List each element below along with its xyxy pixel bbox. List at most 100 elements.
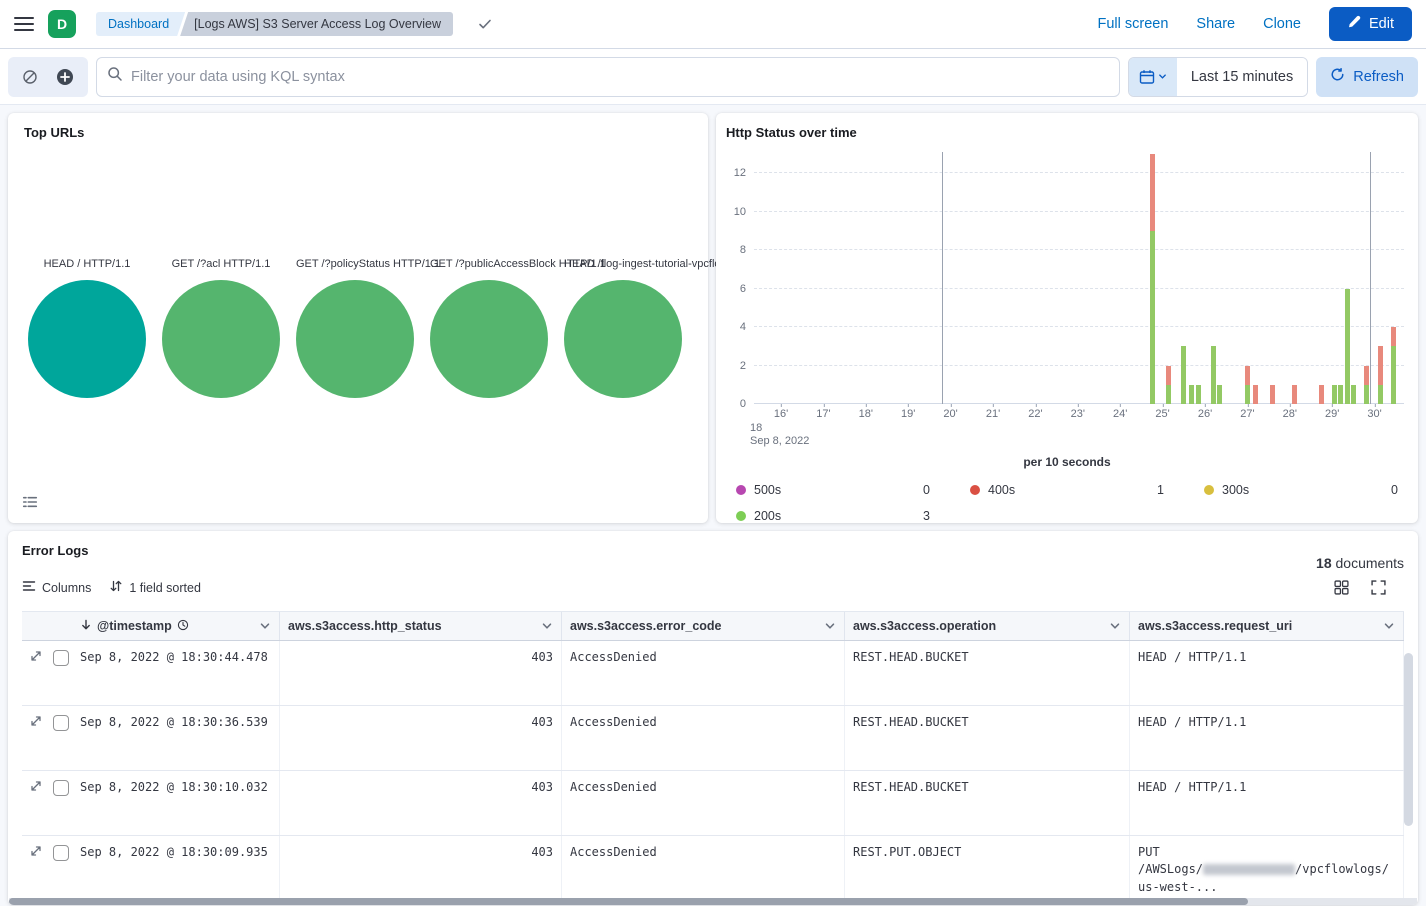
bar-400s[interactable] (1391, 327, 1396, 346)
x-axis-tick: 28' (1283, 408, 1297, 420)
panel-title-http-status: Http Status over time (726, 125, 1408, 140)
bar-400s[interactable] (1166, 366, 1171, 385)
display-options-icon[interactable] (1330, 576, 1353, 599)
edit-button[interactable]: Edit (1329, 7, 1412, 41)
refresh-button[interactable]: Refresh (1316, 57, 1418, 97)
table-header-row: @timestampaws.s3access.http_statusaws.s3… (22, 611, 1404, 641)
horizontal-scrollbar[interactable] (9, 898, 1417, 905)
column-menu-icon[interactable] (1383, 620, 1395, 632)
time-range-value[interactable]: Last 15 minutes (1177, 58, 1307, 96)
bar-200s[interactable] (1245, 385, 1250, 404)
y-axis-label: 12 (734, 167, 746, 179)
pie-slice[interactable] (564, 280, 682, 398)
bar-200s[interactable] (1391, 346, 1396, 404)
cell-request-uri: HEAD / HTTP/1.1 (1130, 706, 1404, 770)
column-menu-icon[interactable] (259, 620, 271, 632)
bar-400s[interactable] (1292, 385, 1297, 404)
x-axis-tick: 20' (943, 408, 957, 420)
legend-item[interactable]: 400s 1 (970, 483, 1164, 497)
pie-slice[interactable] (28, 280, 146, 398)
y-axis-label: 10 (734, 206, 746, 218)
bar-400s[interactable] (1364, 366, 1369, 385)
breadcrumb-dashboard[interactable]: Dashboard (96, 12, 185, 36)
bar-400s[interactable] (1150, 154, 1155, 231)
column-menu-icon[interactable] (824, 620, 836, 632)
bar-200s[interactable] (1351, 385, 1356, 404)
bar-200s[interactable] (1332, 385, 1337, 404)
row-checkbox-cell (50, 706, 72, 770)
bar-200s[interactable] (1211, 346, 1216, 404)
column-menu-icon[interactable] (1109, 620, 1121, 632)
bar-200s[interactable] (1166, 385, 1171, 404)
share-link[interactable]: Share (1196, 16, 1235, 32)
expand-row-icon[interactable] (22, 771, 50, 835)
pie-slice[interactable] (162, 280, 280, 398)
bar-400s[interactable] (1378, 346, 1383, 385)
sort-fields-label: 1 field sorted (129, 581, 201, 595)
kql-input[interactable] (131, 69, 1109, 85)
column-header-aws-s3access-request-uri[interactable]: aws.s3access.request_uri (1130, 612, 1404, 640)
bar-200s[interactable] (1150, 231, 1155, 404)
column-header-aws-s3access-http-status[interactable]: aws.s3access.http_status (280, 612, 562, 640)
calendar-icon[interactable] (1129, 58, 1177, 96)
legend-value: 1 (1157, 483, 1164, 497)
uri-method: PUT (1138, 844, 1395, 861)
legend-label: 500s (754, 483, 781, 497)
row-checkbox[interactable] (53, 845, 69, 861)
legend-item[interactable]: 200s3 (736, 509, 930, 523)
column-header-aws-s3access-operation[interactable]: aws.s3access.operation (845, 612, 1130, 640)
pie-slice[interactable] (296, 280, 414, 398)
legend-toggle-icon[interactable] (22, 494, 38, 513)
clone-link[interactable]: Clone (1263, 16, 1301, 32)
expand-row-icon[interactable] (22, 836, 50, 900)
column-header-aws-s3access-error-code[interactable]: aws.s3access.error_code (562, 612, 845, 640)
column-menu-icon[interactable] (541, 620, 553, 632)
bar-200s[interactable] (1345, 289, 1350, 405)
expand-row-icon[interactable] (22, 641, 50, 705)
bar-400s[interactable] (1319, 385, 1324, 404)
sort-descending-icon (80, 619, 92, 634)
time-marker (942, 152, 943, 404)
fullscreen-link[interactable]: Full screen (1097, 16, 1168, 32)
legend-label: 400s (988, 483, 1015, 497)
space-avatar[interactable]: D (48, 10, 76, 38)
row-checkbox-cell (50, 771, 72, 835)
columns-button[interactable]: Columns (22, 579, 91, 596)
pie-label: HEAD /flog-ingest-tutorial-vpcflowlogs H… (564, 258, 682, 272)
x-axis-tick: 19' (901, 408, 915, 420)
cell-request-uri: HEAD / HTTP/1.1 (1130, 771, 1404, 835)
cell-timestamp: Sep 8, 2022 @ 18:30:36.539 (72, 706, 280, 770)
legend-label: 200s (754, 509, 781, 523)
cell-timestamp: Sep 8, 2022 @ 18:30:10.032 (72, 771, 280, 835)
bar-200s[interactable] (1338, 385, 1343, 404)
pie-slice[interactable] (430, 280, 548, 398)
gridline (754, 172, 1404, 173)
bar-200s[interactable] (1217, 385, 1222, 404)
sort-fields-button[interactable]: 1 field sorted (109, 579, 201, 596)
add-filter-icon[interactable] (52, 64, 78, 90)
menu-icon[interactable] (14, 17, 34, 31)
expand-row-icon[interactable] (22, 706, 50, 770)
bar-200s[interactable] (1364, 385, 1369, 404)
disable-filters-icon[interactable] (18, 65, 42, 89)
row-checkbox[interactable] (53, 715, 69, 731)
bar-400s[interactable] (1245, 366, 1250, 385)
bar-400s[interactable] (1270, 385, 1275, 404)
bar-200s[interactable] (1181, 346, 1186, 404)
gridline (754, 365, 1404, 366)
x-axis-tick: 25' (1155, 408, 1169, 420)
y-axis-label: 0 (740, 398, 746, 410)
legend-item[interactable]: 500s0 (736, 483, 930, 497)
bar-200s[interactable] (1378, 385, 1383, 404)
bar-200s[interactable] (1189, 385, 1194, 404)
http-status-chart: 024681012 (726, 152, 1408, 404)
row-checkbox[interactable] (53, 650, 69, 666)
bar-200s[interactable] (1196, 385, 1201, 404)
bar-400s[interactable] (1253, 385, 1258, 404)
legend-item[interactable]: 300s0 (1204, 483, 1398, 497)
top-urls-pies: HEAD / HTTP/1.1GET /?acl HTTP/1.1GET /?p… (24, 258, 692, 398)
fullscreen-table-icon[interactable] (1367, 576, 1390, 599)
column-header-timestamp[interactable]: @timestamp (72, 612, 280, 640)
vertical-scrollbar[interactable] (1404, 653, 1413, 893)
row-checkbox[interactable] (53, 780, 69, 796)
